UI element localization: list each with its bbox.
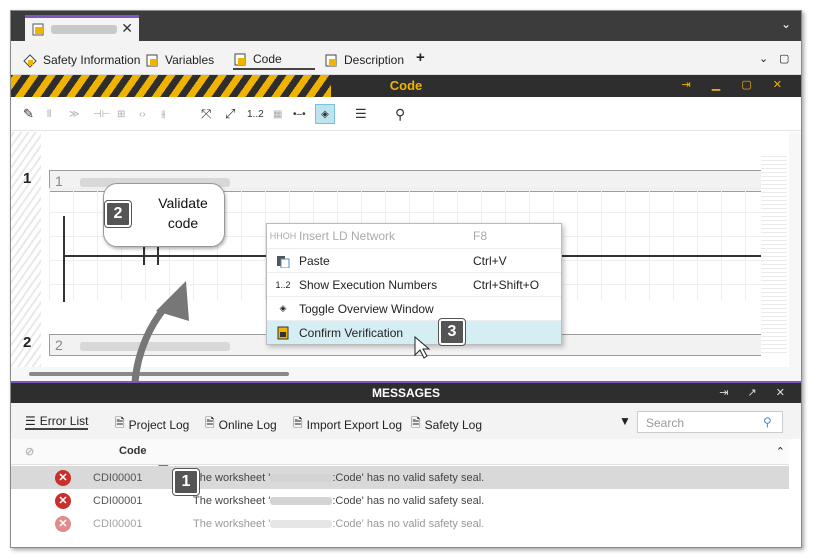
callout-text: Validate code	[158, 195, 208, 231]
step-badge-3: 3	[438, 318, 466, 346]
row-code: CDI00001	[93, 517, 143, 530]
tab-online-log[interactable]: 🗎 Online Log	[205, 414, 277, 435]
clear-filter-icon[interactable]: ⊘	[25, 445, 34, 458]
step-badge-2: 2	[104, 200, 132, 228]
row-description: The worksheet ':Code' has no valid safet…	[193, 494, 485, 507]
row-code: CDI00001	[93, 471, 143, 484]
messages-table-header: ⊘ Code ⌃	[11, 439, 789, 465]
column-header-code[interactable]: Code	[119, 445, 147, 457]
step-badge-1: 1	[172, 468, 200, 496]
error-icon: ✕	[55, 492, 71, 509]
filter-icon[interactable]: ▼	[619, 414, 631, 428]
tab-project-log[interactable]: 🗎 Project Log	[115, 414, 189, 435]
chevron-up-icon[interactable]: ⌃	[776, 445, 785, 458]
table-row[interactable]: ✕ CDI00001 The worksheet ':Code' has no …	[11, 466, 789, 489]
messages-title: MESSAGES	[371, 386, 440, 400]
messages-panel-header: MESSAGES ⇥ ↗ ✕	[11, 381, 801, 403]
panel-window-controls[interactable]: ⇥ ↗ ✕	[719, 386, 793, 399]
project-log-icon: 🗎	[115, 416, 125, 430]
tab-label: Online Log	[218, 417, 277, 432]
list-icon: ☰	[25, 414, 36, 428]
row-description: The worksheet ':Code' has no valid safet…	[193, 471, 485, 484]
tab-label: Safety Log	[424, 417, 483, 432]
row-description: The worksheet ':Code' has no valid safet…	[193, 517, 485, 530]
error-icon: ✕	[55, 515, 71, 532]
tab-label: Project Log	[128, 417, 190, 432]
table-row[interactable]: ✕ CDI00001 The worksheet ':Code' has no …	[11, 489, 789, 512]
tab-import-export-log[interactable]: 🗎 Import Export Log	[293, 414, 402, 435]
tab-safety-log[interactable]: 🗎 Safety Log	[411, 414, 482, 435]
error-icon: ✕	[55, 469, 71, 486]
online-log-icon: 🗎	[205, 416, 215, 430]
safety-log-icon: 🗎	[411, 416, 421, 430]
app-window: ✕ ⌄ Safety Information Variables Code De…	[10, 10, 802, 548]
search-filter-icon[interactable]: ⚲	[763, 415, 772, 429]
tab-label: Import Export Log	[306, 417, 403, 432]
row-code: CDI00001	[93, 494, 143, 507]
messages-search-input[interactable]: Search	[637, 411, 783, 433]
import-export-icon: 🗎	[293, 416, 303, 430]
tab-label: Error List	[39, 414, 89, 428]
tab-error-list[interactable]: ☰ Error List	[25, 414, 89, 430]
table-row[interactable]: ✕ CDI00001 The worksheet ':Code' has no …	[11, 512, 789, 535]
